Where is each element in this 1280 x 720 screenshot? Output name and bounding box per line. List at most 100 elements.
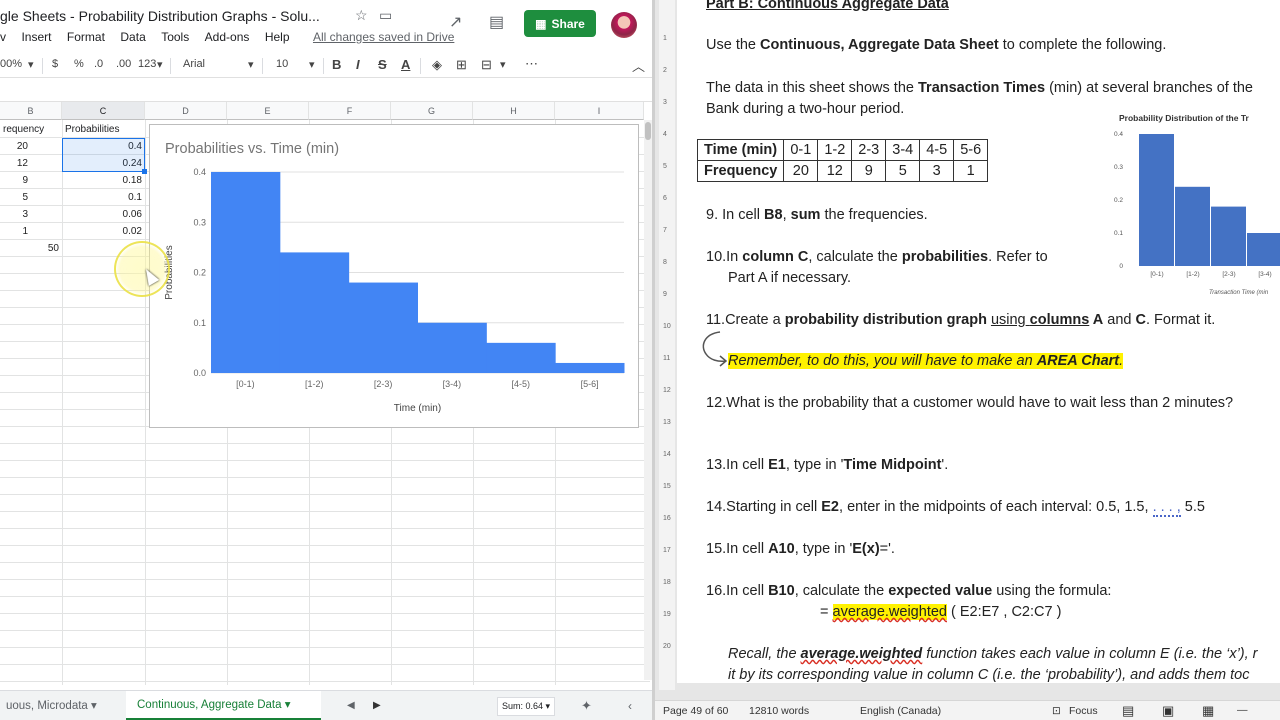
ruler-mark: 1 [663, 35, 667, 42]
scroll-tabs-left-icon[interactable]: ◀ [341, 691, 361, 720]
grid-line [0, 630, 650, 631]
area-step [486, 342, 556, 373]
cell-b1[interactable]: requency [0, 121, 62, 138]
chevron-down-icon[interactable]: ▾ [309, 58, 315, 71]
cell-c5[interactable]: 0.1 [62, 189, 145, 206]
column-header-d[interactable]: D [145, 102, 227, 120]
chart-object[interactable]: Probabilities vs. Time (min) 0.0 0.1 0.2 0.3… [149, 124, 639, 428]
sheets-window: gle Sheets - Probability Distribution Gr… [0, 0, 655, 720]
menu-addons[interactable]: Add-ons [205, 30, 250, 44]
fill-handle[interactable] [142, 169, 147, 174]
chevron-down-icon[interactable]: ▾ [500, 58, 506, 71]
document-title[interactable]: gle Sheets - Probability Distribution Gr… [0, 8, 320, 24]
cell-b3[interactable]: 12 [0, 155, 62, 172]
read-mode-icon[interactable]: ▤ [1122, 703, 1134, 719]
collapse-icon[interactable]: ︿ [632, 56, 645, 75]
zoom-slider[interactable]: — [1237, 704, 1248, 716]
cell-c7[interactable]: 0.02 [62, 223, 145, 240]
table-header: Time (min) [696, 139, 785, 161]
move-folder-icon[interactable]: ▭ [379, 7, 392, 24]
mini-x-tick: [3-4) [1258, 271, 1271, 278]
column-header-h[interactable]: H [473, 102, 555, 120]
italic-button[interactable]: I [356, 57, 360, 72]
text-color-button[interactable]: A [401, 57, 410, 72]
cell-b6[interactable]: 3 [0, 206, 62, 223]
menu-help[interactable]: Help [265, 30, 290, 44]
cell-b2[interactable]: 20 [0, 138, 62, 155]
menu-view[interactable]: v [0, 30, 6, 44]
sum-indicator[interactable]: Sum: 0.64 ▾ [497, 697, 555, 716]
borders-icon[interactable]: ⊞ [456, 57, 467, 73]
chevron-down-icon[interactable]: ▾ [157, 58, 163, 71]
question-15: 15.In cell A10, type in 'E(x)='. [706, 541, 895, 557]
ruler-mark: 19 [663, 611, 671, 618]
strikethrough-button[interactable]: S [378, 57, 387, 72]
percent-button[interactable]: % [74, 58, 84, 70]
toolbar-divider [42, 58, 43, 74]
vertical-scrollbar[interactable] [644, 120, 652, 680]
scroll-tabs-right-icon[interactable]: ▶ [367, 691, 387, 720]
remember-note: Remember, to do this, you will have to m… [728, 353, 1124, 369]
web-layout-icon[interactable]: ▦ [1202, 703, 1214, 719]
column-header-i[interactable]: I [555, 102, 644, 120]
area-step [417, 322, 487, 373]
more-icon[interactable]: ⋯ [525, 56, 538, 72]
cell-b4[interactable]: 9 [0, 172, 62, 189]
cursor-highlight [114, 241, 170, 297]
increase-decimal-button[interactable]: .00 [116, 58, 131, 70]
menu-tools[interactable]: Tools [161, 30, 189, 44]
menu-data[interactable]: Data [120, 30, 145, 44]
table-cell: 3 [919, 160, 955, 182]
document-page[interactable]: Part B: Continuous Aggregate Data Use th… [677, 0, 1280, 683]
chevron-down-icon[interactable]: ▾ [248, 58, 254, 71]
font-size-select[interactable]: 10 [276, 58, 288, 70]
collapse-side-panel-icon[interactable]: ‹ [622, 691, 638, 720]
word-count[interactable]: 12810 words [749, 705, 809, 717]
more-formats-button[interactable]: 123 [138, 58, 156, 70]
cell-b5[interactable]: 5 [0, 189, 62, 206]
word-status-bar: Page 49 of 60 12810 words English (Canad… [655, 700, 1280, 720]
decrease-decimal-button[interactable]: .0 [94, 58, 103, 70]
cell-b7[interactable]: 1 [0, 223, 62, 240]
print-layout-icon[interactable]: ▣ [1162, 703, 1174, 719]
tab-continuous-aggregate-data[interactable]: Continuous, Aggregate Data ▾ [126, 691, 321, 720]
merge-cells-icon[interactable]: ⊟ [481, 57, 492, 73]
selected-range [62, 138, 145, 172]
sheets-title-row: gle Sheets - Probability Distribution Gr… [0, 0, 655, 38]
menu-insert[interactable]: Insert [21, 30, 51, 44]
table-cell: 2-3 [851, 139, 887, 161]
menu-format[interactable]: Format [67, 30, 105, 44]
column-header-g[interactable]: G [391, 102, 473, 120]
language-indicator[interactable]: English (Canada) [860, 705, 941, 717]
column-header-e[interactable]: E [227, 102, 309, 120]
embedded-chart-image[interactable]: Probability Distribution of the Tr 0.4 0.3… [1101, 108, 1280, 300]
column-header-b[interactable]: B [0, 102, 62, 120]
explore-icon[interactable]: ✦ [575, 691, 598, 720]
avatar[interactable] [611, 12, 637, 38]
cell-b8[interactable]: 50 [0, 240, 62, 257]
zoom-select[interactable]: 00% [0, 58, 22, 70]
scrollbar-thumb[interactable] [645, 122, 651, 140]
formula-bar[interactable] [0, 78, 655, 102]
column-header-c[interactable]: C [62, 102, 145, 120]
cell-c6[interactable]: 0.06 [62, 206, 145, 223]
share-button[interactable]: ▦ Share [524, 10, 596, 37]
tab-continuous-microdata[interactable]: uous, Microdata ▾ [0, 691, 103, 720]
chevron-down-icon[interactable]: ▾ [28, 58, 34, 71]
star-icon[interactable]: ☆ [355, 7, 368, 24]
cell-c4[interactable]: 0.18 [62, 172, 145, 189]
fill-color-icon[interactable]: ◈ [432, 57, 442, 73]
comment-icon[interactable]: ▤ [489, 12, 504, 32]
save-status[interactable]: All changes saved in Drive [313, 30, 454, 44]
page-count[interactable]: Page 49 of 60 [663, 705, 728, 717]
ruler-mark: 11 [663, 355, 671, 362]
focus-button[interactable]: Focus [1069, 705, 1098, 717]
bold-button[interactable]: B [332, 57, 341, 72]
instruction-intro: Use the Continuous, Aggregate Data Sheet… [706, 37, 1167, 53]
ruler-mark: 18 [663, 579, 671, 586]
font-select[interactable]: Arial [183, 58, 205, 70]
cell-c1[interactable]: Probabilities [62, 121, 145, 138]
focus-icon[interactable]: ⊡ [1052, 705, 1061, 717]
column-header-f[interactable]: F [309, 102, 391, 120]
currency-button[interactable]: $ [52, 58, 58, 70]
